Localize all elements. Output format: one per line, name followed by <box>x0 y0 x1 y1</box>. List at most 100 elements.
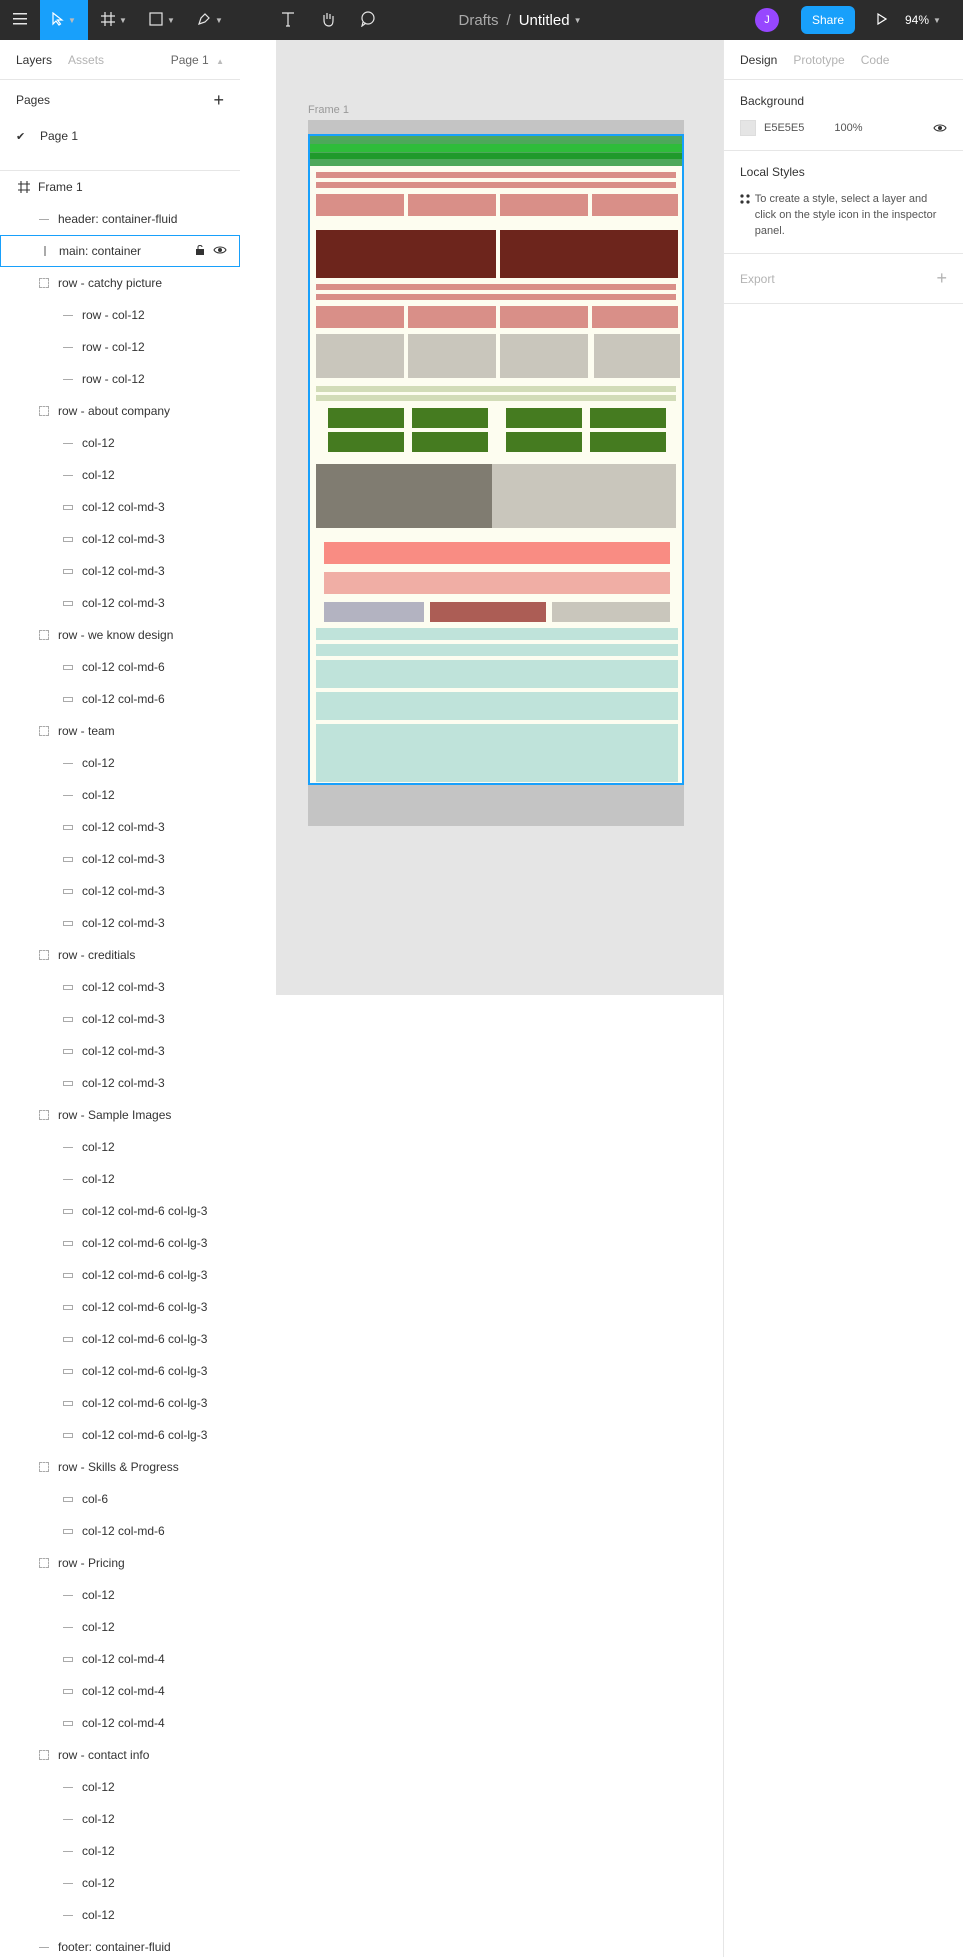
color-swatch[interactable] <box>740 120 756 136</box>
layer-item[interactable]: col-12 <box>0 1899 240 1931</box>
layer-item[interactable]: col-12 col-md-6 col-lg-3 <box>0 1291 240 1323</box>
layer-item[interactable]: col-12 col-md-3 <box>0 1003 240 1035</box>
layer-item[interactable]: col-12 col-md-3 <box>0 971 240 1003</box>
breadcrumb-drafts[interactable]: Drafts <box>459 12 499 29</box>
layer-item[interactable]: col-12 <box>0 1771 240 1803</box>
rectangle-layer-icon <box>58 984 78 990</box>
main-container-selection[interactable] <box>308 134 684 785</box>
layer-item[interactable]: row - col-12 <box>0 363 240 395</box>
layer-item[interactable]: col-12 <box>0 1163 240 1195</box>
canvas-block <box>316 692 678 720</box>
layer-item[interactable]: col-12 col-md-6 col-lg-3 <box>0 1195 240 1227</box>
layer-item[interactable]: col-12 <box>0 427 240 459</box>
layer-label: col-12 col-md-3 <box>82 532 165 546</box>
chevron-down-icon[interactable]: ▼ <box>574 16 582 25</box>
layer-item[interactable]: col-12 col-md-6 col-lg-3 <box>0 1259 240 1291</box>
unlock-icon[interactable] <box>195 244 205 258</box>
layer-item[interactable]: col-12 col-md-4 <box>0 1643 240 1675</box>
line-layer-icon <box>58 1786 78 1788</box>
layer-item[interactable]: col-12 col-md-3 <box>0 555 240 587</box>
layer-item[interactable]: col-12 <box>0 459 240 491</box>
frame-label[interactable]: Frame 1 <box>308 104 349 116</box>
frame-tool-button[interactable]: ▼ <box>96 0 132 40</box>
layer-item[interactable]: col-12 col-md-3 <box>0 1035 240 1067</box>
layer-item[interactable]: col-12 col-md-3 <box>0 843 240 875</box>
layer-item[interactable]: footer: container-fluid <box>0 1931 240 1957</box>
comment-tool-button[interactable] <box>356 0 380 40</box>
layer-item[interactable]: row - contact info <box>0 1739 240 1771</box>
layer-item[interactable]: col-12 col-md-6 <box>0 683 240 715</box>
layer-item[interactable]: col-12 col-md-3 <box>0 587 240 619</box>
layer-item[interactable]: col-12 col-md-6 col-lg-3 <box>0 1227 240 1259</box>
layer-item[interactable]: col-12 <box>0 1131 240 1163</box>
layer-item[interactable]: header: container-fluid <box>0 203 240 235</box>
layer-item[interactable]: col-12 col-md-6 col-lg-3 <box>0 1419 240 1451</box>
layer-item[interactable]: col-12 col-md-3 <box>0 523 240 555</box>
layer-item[interactable]: main: container <box>0 235 240 267</box>
layer-item[interactable]: col-12 <box>0 1579 240 1611</box>
layer-item[interactable]: col-12 <box>0 779 240 811</box>
background-hex[interactable]: E5E5E5 <box>764 122 804 134</box>
tab-layers[interactable]: Layers <box>16 53 52 67</box>
eye-icon[interactable] <box>213 244 227 258</box>
tab-code[interactable]: Code <box>861 53 890 67</box>
add-export-icon[interactable]: + <box>936 268 947 289</box>
layer-item[interactable]: row - col-12 <box>0 331 240 363</box>
layer-item[interactable]: col-12 col-md-6 <box>0 651 240 683</box>
layer-item[interactable]: row - about company <box>0 395 240 427</box>
layer-frame[interactable]: Frame 1 <box>0 171 240 203</box>
page-selector[interactable]: Page 1 ▲ <box>171 53 224 67</box>
layer-item[interactable]: col-12 <box>0 1611 240 1643</box>
canvas-block <box>324 602 424 622</box>
layer-item[interactable]: col-12 col-md-3 <box>0 1067 240 1099</box>
layer-item[interactable]: col-12 col-md-6 col-lg-3 <box>0 1387 240 1419</box>
text-tool-button[interactable] <box>278 0 298 40</box>
page-item[interactable]: ✔ Page 1 <box>0 120 240 152</box>
layer-item[interactable]: row - Skills & Progress <box>0 1451 240 1483</box>
line-layer-icon <box>58 442 78 444</box>
hand-tool-button[interactable] <box>316 0 340 40</box>
cursor-icon <box>52 11 64 29</box>
layer-item[interactable]: col-12 col-md-4 <box>0 1675 240 1707</box>
chevron-down-icon: ▼ <box>933 15 941 25</box>
text-icon <box>281 11 295 30</box>
main-menu-button[interactable] <box>0 0 40 40</box>
local-styles-hint: To create a style, select a layer and cl… <box>754 193 937 237</box>
layer-item[interactable]: col-12 col-md-6 col-lg-3 <box>0 1355 240 1387</box>
background-opacity[interactable]: 100% <box>834 122 862 134</box>
layer-item[interactable]: col-12 col-md-3 <box>0 811 240 843</box>
layer-item[interactable]: col-12 <box>0 1803 240 1835</box>
layer-item[interactable]: col-12 col-md-3 <box>0 907 240 939</box>
eye-icon[interactable] <box>933 121 947 136</box>
layer-item[interactable]: row - creditials <box>0 939 240 971</box>
zoom-menu[interactable]: 94% ▼ <box>905 0 960 40</box>
layer-item[interactable]: col-12 col-md-4 <box>0 1707 240 1739</box>
layer-item[interactable]: row - team <box>0 715 240 747</box>
canvas-block <box>316 306 404 328</box>
layer-item[interactable]: row - we know design <box>0 619 240 651</box>
layer-item[interactable]: col-6 <box>0 1483 240 1515</box>
pen-tool-button[interactable]: ▼ <box>192 0 228 40</box>
layer-item[interactable]: col-12 col-md-6 <box>0 1515 240 1547</box>
share-button[interactable]: Share <box>801 6 855 34</box>
avatar[interactable]: J <box>755 8 779 32</box>
tab-prototype[interactable]: Prototype <box>793 53 844 67</box>
present-button[interactable] <box>872 0 892 40</box>
layer-item[interactable]: row - Sample Images <box>0 1099 240 1131</box>
move-tool-button[interactable]: ▼ <box>40 0 88 40</box>
add-page-icon[interactable]: + <box>213 90 224 111</box>
layer-item[interactable]: col-12 <box>0 1867 240 1899</box>
layer-item[interactable]: col-12 <box>0 1835 240 1867</box>
tab-design[interactable]: Design <box>740 53 777 67</box>
layer-item[interactable]: col-12 <box>0 747 240 779</box>
file-title[interactable]: Untitled <box>519 12 570 29</box>
layer-label: col-12 <box>82 1908 115 1922</box>
layer-item[interactable]: col-12 col-md-3 <box>0 875 240 907</box>
layer-item[interactable]: col-12 col-md-3 <box>0 491 240 523</box>
layer-item[interactable]: row - catchy picture <box>0 267 240 299</box>
layer-item[interactable]: col-12 col-md-6 col-lg-3 <box>0 1323 240 1355</box>
tab-assets[interactable]: Assets <box>68 53 104 67</box>
shape-tool-button[interactable]: ▼ <box>144 0 180 40</box>
layer-item[interactable]: row - col-12 <box>0 299 240 331</box>
layer-item[interactable]: row - Pricing <box>0 1547 240 1579</box>
